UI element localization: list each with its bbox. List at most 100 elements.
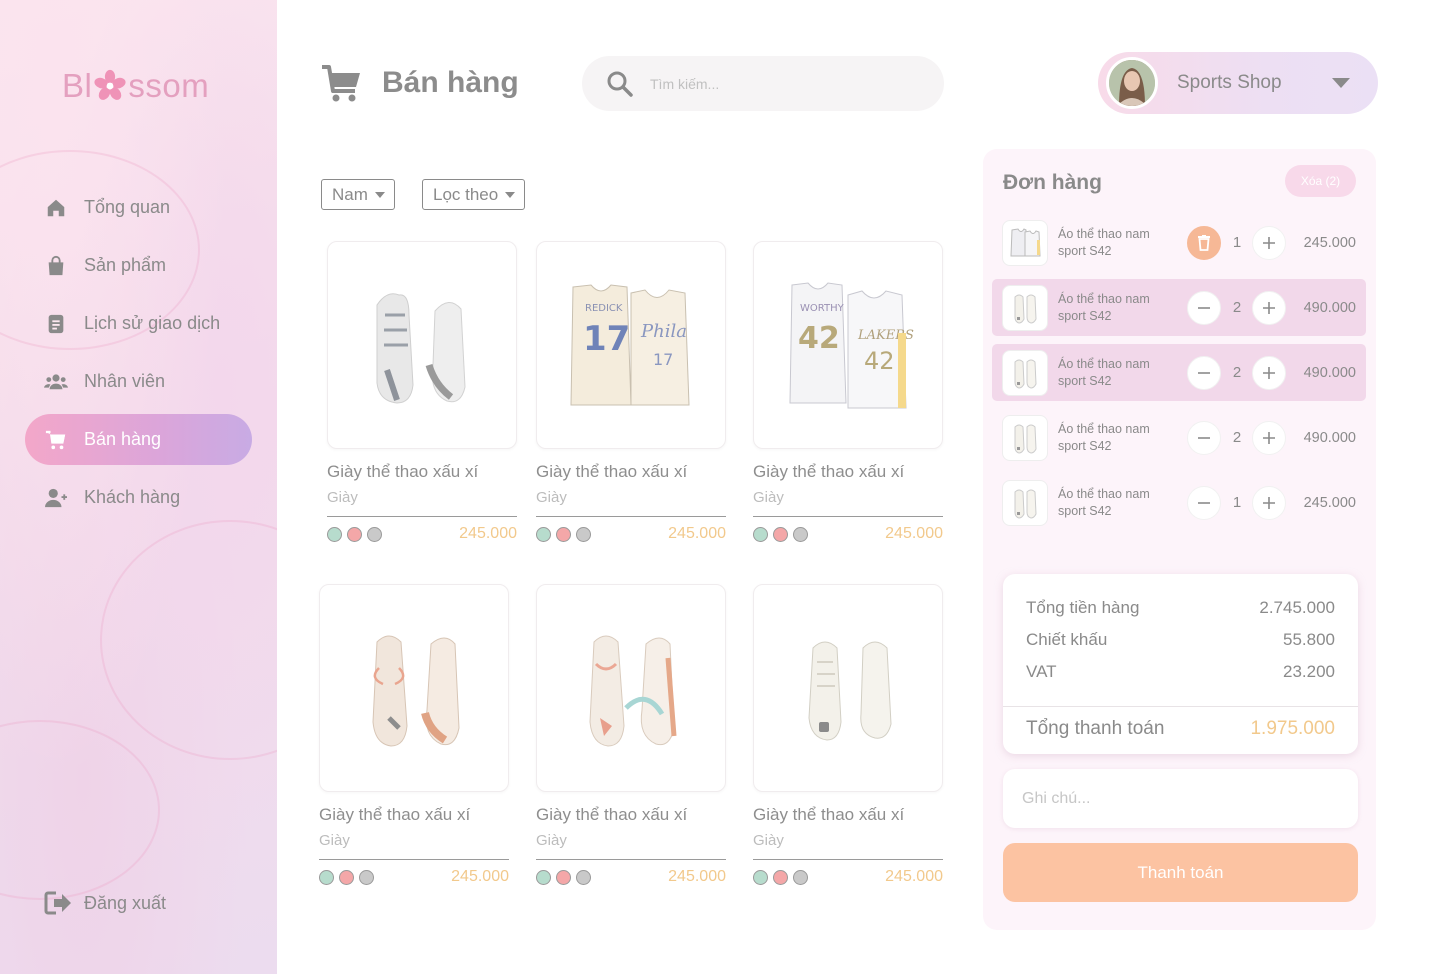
color-swatch[interactable] <box>773 869 788 885</box>
product-image-cream-jersey-17: REDICK 17 Phila 17 <box>536 241 726 449</box>
delete-item-button[interactable] <box>1187 225 1221 260</box>
order-line-name: Áo thể thao nam sport S42 <box>1058 421 1168 455</box>
product-price: 245.000 <box>885 525 943 542</box>
decrease-qty-button[interactable] <box>1187 420 1221 455</box>
product-price: 245.000 <box>451 868 509 885</box>
product-card[interactable]: REDICK 17 Phila 17 Giày thể thao xấu xí … <box>536 241 726 551</box>
plus-icon <box>1263 236 1275 249</box>
sidebar-item-sales[interactable]: Bán hàng <box>25 414 252 465</box>
color-swatch[interactable] <box>556 526 571 542</box>
svg-text:REDICK: REDICK <box>585 303 623 314</box>
product-card[interactable]: Giày thể thao xấu xí Giày 245.000 <box>753 584 943 894</box>
product-card[interactable]: Giày thể thao xấu xí Giày 245.000 <box>319 584 509 894</box>
increase-qty-button[interactable] <box>1252 355 1286 390</box>
color-swatch[interactable] <box>753 526 768 542</box>
sidebar-item-staff[interactable]: Nhân viên <box>25 356 252 407</box>
page-title: Bán hàng <box>320 60 519 106</box>
color-swatch[interactable] <box>359 869 374 885</box>
order-line-name-2: sport S42 <box>1058 438 1112 453</box>
plus-icon <box>1263 496 1275 509</box>
order-line-qty: 2 <box>1232 299 1242 316</box>
color-swatch[interactable] <box>793 869 808 885</box>
sidebar-item-label: Tổng quan <box>84 197 171 217</box>
pay-button[interactable]: Thanh toán <box>1003 843 1358 902</box>
order-line-name-1: Áo thể thao nam <box>1058 486 1150 501</box>
product-card[interactable]: Giày thể thao xấu xí Giày 245.000 <box>327 241 517 551</box>
decor-swirl <box>0 720 160 900</box>
sort-filter-value: Lọc theo <box>433 184 499 204</box>
color-swatch[interactable] <box>793 526 808 542</box>
sidebar-nav: Tổng quan Sản phẩm Lịch sử giao dịch Nhâ… <box>25 182 252 530</box>
order-line-name-2: sport S42 <box>1058 503 1112 518</box>
color-swatches <box>753 526 813 542</box>
color-swatch[interactable] <box>576 869 591 885</box>
divider <box>536 516 726 517</box>
discount-row: Chiết khấu 55.800 <box>1026 630 1335 650</box>
color-swatch[interactable] <box>327 526 342 542</box>
search-bar[interactable] <box>582 56 944 111</box>
sidebar-item-overview[interactable]: Tổng quan <box>25 182 252 233</box>
shop-selector[interactable]: Sports Shop <box>1098 52 1378 114</box>
add-user-icon <box>44 486 68 510</box>
gender-filter[interactable]: Nam <box>321 179 395 210</box>
app-logo[interactable]: Bl ssom <box>62 64 209 108</box>
sort-filter[interactable]: Lọc theo <box>422 179 526 210</box>
color-swatch[interactable] <box>319 869 334 885</box>
color-swatch[interactable] <box>536 526 551 542</box>
vat-row: VAT 23.200 <box>1026 662 1335 682</box>
increase-qty-button[interactable] <box>1252 290 1286 325</box>
avatar <box>1106 57 1158 109</box>
trash-icon <box>1198 234 1210 251</box>
divider <box>536 859 726 860</box>
color-swatch[interactable] <box>536 869 551 885</box>
note-input[interactable] <box>1022 789 1322 808</box>
decrease-qty-button[interactable] <box>1187 355 1221 390</box>
sidebar-item-transactions[interactable]: Lịch sử giao dịch <box>25 298 252 349</box>
product-card[interactable]: WORTHY 42 LAKERS 42 Giày thể thao xấu xí… <box>753 241 943 551</box>
order-line-name-2: sport S42 <box>1058 373 1112 388</box>
product-category: Giày <box>753 489 784 506</box>
home-icon <box>44 196 68 220</box>
order-line-name-1: Áo thể thao nam <box>1058 356 1150 371</box>
color-swatch[interactable] <box>753 869 768 885</box>
increase-qty-button[interactable] <box>1252 485 1286 520</box>
bag-icon <box>44 254 68 278</box>
decrease-qty-button[interactable] <box>1187 290 1221 325</box>
product-card[interactable]: Giày thể thao xấu xí Giày 245.000 <box>536 584 726 894</box>
logo-text-right: ssom <box>128 67 210 104</box>
color-swatch[interactable] <box>367 526 382 542</box>
color-swatch[interactable] <box>347 526 362 542</box>
product-image-pastel-sneakers <box>536 584 726 792</box>
color-swatch[interactable] <box>339 869 354 885</box>
note-field[interactable] <box>1003 769 1358 828</box>
plus-icon <box>1263 301 1275 314</box>
increase-qty-button[interactable] <box>1252 225 1286 260</box>
sidebar-item-products[interactable]: Sản phẩm <box>25 240 252 291</box>
subtotal-row: Tổng tiền hàng 2.745.000 <box>1026 598 1335 618</box>
color-swatch[interactable] <box>576 526 591 542</box>
clear-order-button[interactable]: Xóa (2) <box>1285 165 1356 197</box>
logout-icon <box>44 889 72 917</box>
discount-value: 55.800 <box>1283 630 1335 649</box>
sidebar-item-customers[interactable]: Khách hàng <box>25 472 252 523</box>
total-value: 1.975.000 <box>1250 718 1335 739</box>
order-line: Áo thể thao nam sport S42 1 245.000 <box>992 214 1366 271</box>
product-name: Giày thể thao xấu xí <box>536 805 688 824</box>
divider <box>753 516 943 517</box>
logo-text-left: Bl <box>62 67 93 104</box>
decor-swirl <box>100 520 277 760</box>
users-icon <box>44 370 68 394</box>
chevron-down-icon <box>1332 78 1350 88</box>
svg-text:42: 42 <box>864 347 895 375</box>
order-line-name-2: sport S42 <box>1058 243 1112 258</box>
search-input[interactable] <box>650 75 890 92</box>
color-swatch[interactable] <box>773 526 788 542</box>
product-image-white-jersey-42: WORTHY 42 LAKERS 42 <box>753 241 943 449</box>
logout-button[interactable]: Đăng xuất <box>44 888 166 918</box>
svg-text:WORTHY: WORTHY <box>800 303 845 314</box>
increase-qty-button[interactable] <box>1252 420 1286 455</box>
sidebar: Bl ssom Tổng quan Sản phẩm Lịch sử giao … <box>0 0 277 974</box>
decrease-qty-button[interactable] <box>1187 485 1221 520</box>
color-swatch[interactable] <box>556 869 571 885</box>
sidebar-item-label: Nhân viên <box>84 371 166 391</box>
